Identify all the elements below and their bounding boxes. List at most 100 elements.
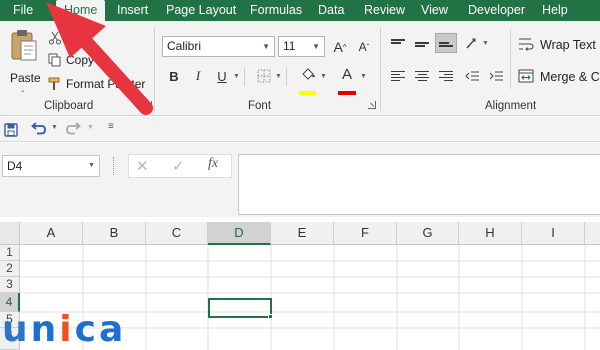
clipboard-paste-icon <box>11 30 37 61</box>
fill-color-swatch-icon <box>299 91 316 95</box>
divider <box>510 29 511 89</box>
formula-input[interactable] <box>238 154 600 215</box>
grow-font-button[interactable]: A ^ <box>330 37 350 57</box>
paint-bucket-icon <box>302 68 315 80</box>
column-header-b[interactable]: B <box>83 222 146 245</box>
row-header-2[interactable]: 2 <box>0 261 20 277</box>
logo-letter: i <box>59 309 75 350</box>
column-header-a[interactable]: A <box>20 222 83 245</box>
top-align-button[interactable] <box>388 33 408 53</box>
enter-button[interactable]: ✓ <box>172 157 185 175</box>
increase-indent-icon <box>489 71 503 81</box>
orientation-button[interactable]: ▼ <box>464 33 490 53</box>
cut-label: Cut <box>66 31 85 45</box>
underline-button[interactable]: U <box>212 66 232 86</box>
active-cell-d4[interactable] <box>208 298 272 318</box>
name-box-value: D4 <box>7 159 23 173</box>
font-color-button[interactable]: A <box>337 64 357 84</box>
tab-home[interactable]: Home <box>56 0 106 22</box>
italic-button[interactable]: I <box>188 66 208 86</box>
unica-logo: unica <box>2 310 126 350</box>
font-name-select[interactable]: Calibri ▼ <box>162 36 275 57</box>
save-button[interactable] <box>4 123 18 137</box>
align-left-icon <box>391 69 405 83</box>
logo-letter: a <box>98 309 127 350</box>
splitter-handle[interactable] <box>113 157 115 175</box>
decrease-indent-button[interactable] <box>462 66 482 86</box>
chevron-down-icon[interactable]: ▼ <box>360 73 367 80</box>
align-left-button[interactable] <box>388 66 408 86</box>
paste-button[interactable]: Paste ⌄ <box>6 27 41 94</box>
increase-indent-button[interactable] <box>486 66 506 86</box>
undo-button[interactable] <box>30 122 48 138</box>
customize-qat-icon[interactable]: ≡ <box>108 121 114 132</box>
bold-button[interactable]: B <box>164 66 184 86</box>
align-center-icon <box>415 69 429 83</box>
align-center-button[interactable] <box>412 66 432 86</box>
tab-data[interactable]: Data <box>318 0 344 21</box>
font-size-value: 11 <box>283 39 296 53</box>
bottom-align-button[interactable] <box>435 33 457 53</box>
align-right-button[interactable] <box>436 66 456 86</box>
logo-letter: c <box>74 309 99 350</box>
row-header-1[interactable]: 1 <box>0 245 20 261</box>
borders-button[interactable] <box>254 66 274 86</box>
undo-icon <box>31 122 46 135</box>
column-header-h[interactable]: H <box>459 222 522 245</box>
tab-developer[interactable]: Developer <box>468 0 525 21</box>
fill-color-button[interactable] <box>298 65 318 85</box>
fill-color-swatch <box>299 84 316 95</box>
format-painter-label: Format Painter <box>66 77 146 91</box>
chevron-down-icon: ▼ <box>88 162 95 169</box>
alignment-group-label: Alignment <box>485 100 537 112</box>
tab-review[interactable]: Review <box>364 0 405 21</box>
column-header-g[interactable]: G <box>397 222 459 245</box>
ribbon-home: Paste ⌄ Cut Copy Format Painter Clipboar… <box>0 21 600 116</box>
column-header-e[interactable]: E <box>271 222 334 245</box>
row-header-3[interactable]: 3 <box>0 277 20 293</box>
text-orientation-icon <box>466 38 476 49</box>
select-all-corner[interactable] <box>0 222 20 245</box>
paintbrush-icon <box>48 77 60 90</box>
column-header-f[interactable]: F <box>334 222 397 245</box>
chevron-down-icon[interactable]: ▼ <box>87 124 94 131</box>
align-right-icon <box>439 69 453 83</box>
quick-access-toolbar: ▼ ▼ ≡ <box>0 117 600 142</box>
chevron-down-icon[interactable]: ▼ <box>320 73 327 80</box>
chevron-down-icon: ▼ <box>312 42 320 51</box>
font-size-select[interactable]: 11 ▼ <box>278 36 325 57</box>
bottom-align-icon <box>439 38 453 49</box>
chevron-down-icon[interactable]: ▼ <box>233 73 240 80</box>
top-align-icon <box>391 38 405 49</box>
font-color-swatch-icon <box>338 91 356 95</box>
column-header-i[interactable]: I <box>522 222 585 245</box>
scissors-icon <box>49 31 61 45</box>
middle-align-button[interactable] <box>412 33 432 53</box>
column-header-d[interactable]: D <box>208 222 271 245</box>
tab-view[interactable]: View <box>421 0 448 21</box>
copy-icon <box>48 53 61 67</box>
logo-letter: n <box>30 309 60 350</box>
fill-handle[interactable] <box>268 314 273 319</box>
tab-formulas[interactable]: Formulas <box>250 0 302 21</box>
tab-file[interactable]: File <box>13 0 33 21</box>
cancel-button[interactable]: ✕ <box>136 157 149 175</box>
tab-help[interactable]: Help <box>542 0 568 21</box>
copy-label: Copy <box>66 53 95 67</box>
redo-button[interactable] <box>66 122 84 138</box>
dialog-launcher-icon[interactable] <box>368 101 376 109</box>
shrink-font-button[interactable]: Aˇ <box>354 37 374 57</box>
logo-letter: u <box>2 309 31 350</box>
chevron-down-icon: ▼ <box>482 39 489 47</box>
chevron-down-icon[interactable]: ⌄ <box>20 86 26 94</box>
dialog-launcher-icon[interactable] <box>144 101 152 109</box>
chevron-down-icon[interactable]: ▼ <box>51 124 58 131</box>
insert-function-button[interactable]: fx <box>208 156 218 172</box>
tab-insert[interactable]: Insert <box>117 0 148 21</box>
merge-center-label: Merge & Ce <box>540 70 600 84</box>
tab-page-layout[interactable]: Page Layout <box>166 0 236 21</box>
column-header-overflow[interactable] <box>585 222 600 245</box>
column-header-c[interactable]: C <box>146 222 208 245</box>
chevron-down-icon[interactable]: ▼ <box>275 73 282 80</box>
name-box[interactable]: D4 ▼ <box>2 155 100 177</box>
